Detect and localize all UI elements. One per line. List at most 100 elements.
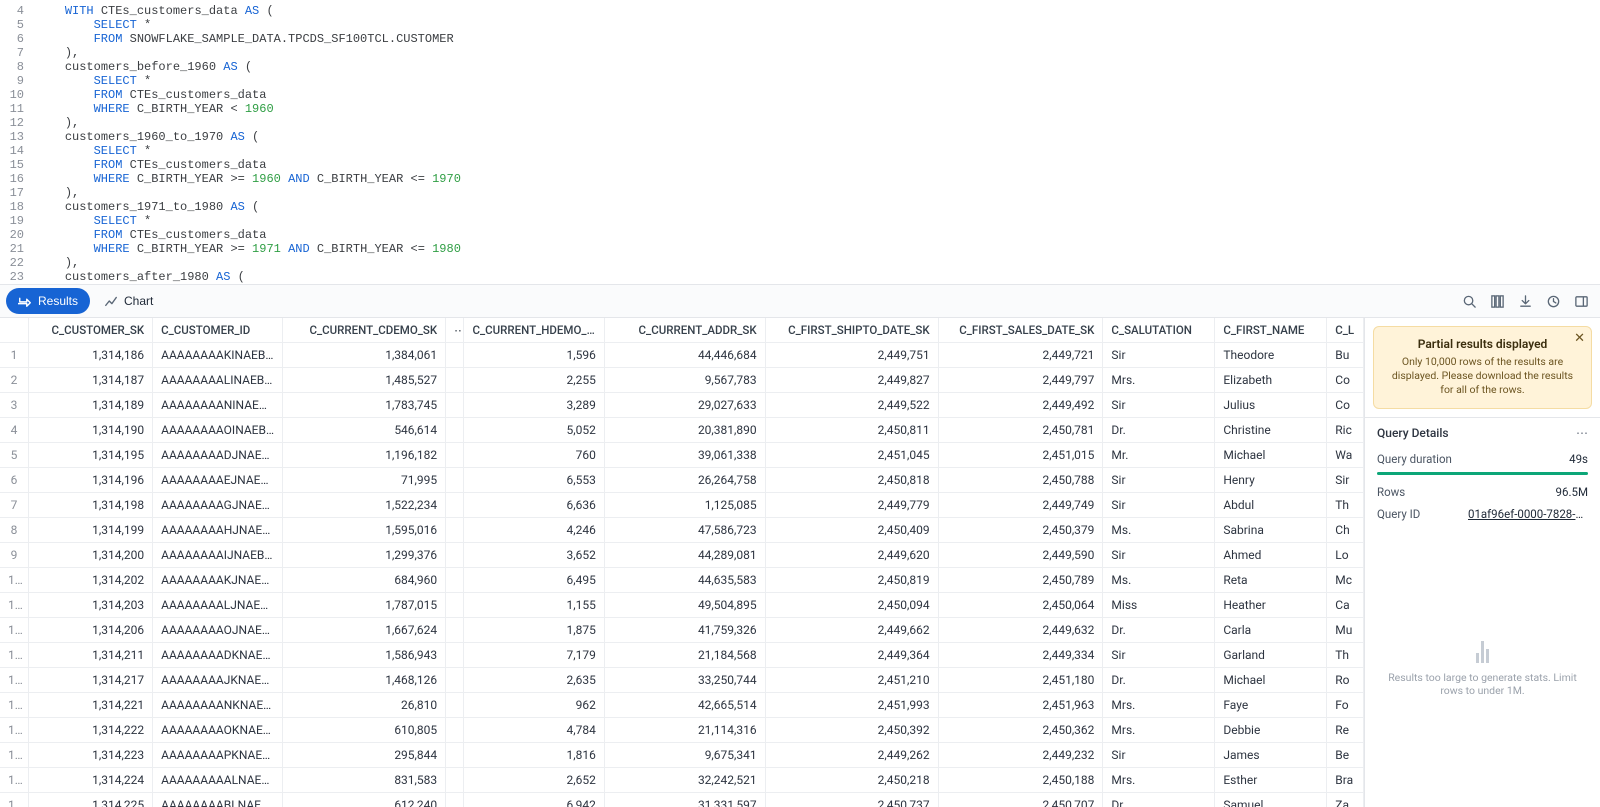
cell[interactable]: Ms. [1103,568,1215,593]
cell[interactable]: AAAAAAAALJNAEBAA [153,593,283,618]
code-line[interactable]: WHERE C_BIRTH_YEAR >= 1971 AND C_BIRTH_Y… [36,242,1600,256]
cell[interactable]: 612,240 [283,793,446,807]
panel-toggle-button[interactable] [1568,288,1594,314]
cell[interactable]: 1,816 [464,743,604,768]
cell[interactable]: 1,875 [464,618,604,643]
table-row[interactable]: 191,314,225AAAAAAAABLNAEBAA612,2406,9423… [0,793,1364,807]
cell[interactable]: 32,242,521 [604,768,765,793]
cell[interactable]: 44,446,684 [604,343,765,368]
column-header[interactable]: C_SALUTATION [1103,318,1215,343]
cell[interactable]: 1,314,203 [28,593,152,618]
code-line[interactable]: WHERE C_BIRTH_YEAR < 1960 [36,102,1600,116]
cell[interactable]: AAAAAAAAHJNAEBAA [153,518,283,543]
cell[interactable]: Sir [1103,343,1215,368]
cell[interactable]: 610,805 [283,718,446,743]
code-line[interactable]: WITH CTEs_customers_data AS ( [36,4,1600,18]
cell[interactable]: Dr. [1103,618,1215,643]
cell[interactable]: 1,314,200 [28,543,152,568]
cell[interactable]: 1,196,182 [283,443,446,468]
cell[interactable]: 7,179 [464,643,604,668]
code-line[interactable]: FROM CTEs_customers_data [36,228,1600,242]
cell[interactable]: Sir [1103,743,1215,768]
cell[interactable]: 3,289 [464,393,604,418]
column-menu-button[interactable]: ⋯ [446,318,464,343]
table-row[interactable]: 181,314,224AAAAAAAAALNAEBAA831,5832,6523… [0,768,1364,793]
column-header[interactable]: C_FIRST_NAME [1215,318,1327,343]
cell[interactable]: 2,450,707 [938,793,1103,807]
cell[interactable]: Ro [1327,668,1364,693]
table-row[interactable]: 141,314,217AAAAAAAAJKNAEBAA1,468,1262,63… [0,668,1364,693]
results-grid-scroll[interactable]: C_CUSTOMER_SKC_CUSTOMER_IDC_CURRENT_CDEM… [0,318,1364,807]
table-row[interactable]: 121,314,206AAAAAAAAOJNAEBAA1,667,6241,87… [0,618,1364,643]
table-row[interactable]: 71,314,198AAAAAAAAGJNAEBAA1,522,2346,636… [0,493,1364,518]
cell[interactable]: 2,449,492 [938,393,1103,418]
cell[interactable]: 1,314,186 [28,343,152,368]
cell[interactable]: 4,246 [464,518,604,543]
code-line[interactable]: SELECT * [36,214,1600,228]
cell[interactable]: 1,787,015 [283,593,446,618]
cell[interactable]: 2,450,094 [765,593,938,618]
cell[interactable]: Mr. [1103,443,1215,468]
column-header[interactable]: C_CUSTOMER_SK [28,318,152,343]
cell[interactable]: Dr. [1103,793,1215,807]
cell[interactable]: Debbie [1215,718,1327,743]
cell[interactable]: Mrs. [1103,718,1215,743]
cell[interactable]: 2,450,188 [938,768,1103,793]
cell[interactable]: 5,052 [464,418,604,443]
cell[interactable]: 2,450,218 [765,768,938,793]
table-row[interactable]: 11,314,186AAAAAAAAKINAEBAA1,384,0611,596… [0,343,1364,368]
cell[interactable]: Ric [1327,418,1364,443]
cell[interactable]: 2,450,362 [938,718,1103,743]
cell[interactable]: 2,449,827 [765,368,938,393]
cell[interactable]: 1,314,187 [28,368,152,393]
cell[interactable]: AAAAAAAANINAEBAA [153,393,283,418]
cell[interactable]: Sir [1103,468,1215,493]
cell[interactable]: AAAAAAAAALNAEBAA [153,768,283,793]
cell[interactable]: AAAAAAAAKINAEBAA [153,343,283,368]
cell[interactable]: 4,784 [464,718,604,743]
cell[interactable]: 1,783,745 [283,393,446,418]
cell[interactable]: 2,450,818 [765,468,938,493]
cell[interactable]: 1,299,376 [283,543,446,568]
cell[interactable]: 2,450,781 [938,418,1103,443]
cell[interactable]: 2,449,721 [938,343,1103,368]
cell[interactable]: Elizabeth [1215,368,1327,393]
cell[interactable]: 2,635 [464,668,604,693]
table-row[interactable]: 101,314,202AAAAAAAAKJNAEBAA684,9606,4954… [0,568,1364,593]
query-id-value[interactable]: 01af96ef-0000-7828-0… [1468,507,1588,521]
column-header[interactable]: C_CUSTOMER_ID [153,318,283,343]
cell[interactable]: 1,485,527 [283,368,446,393]
cell[interactable]: AAAAAAAAOJNAEBAA [153,618,283,643]
cell[interactable]: 3,652 [464,543,604,568]
cell[interactable]: 41,759,326 [604,618,765,643]
code-line[interactable]: ), [36,256,1600,270]
cell[interactable]: Dr. [1103,668,1215,693]
cell[interactable]: 1,596 [464,343,604,368]
cell[interactable]: Mrs. [1103,693,1215,718]
code-line[interactable]: FROM CTEs_customers_data [36,88,1600,102]
cell[interactable]: 2,449,262 [765,743,938,768]
tab-results[interactable]: Results [6,288,90,314]
cell[interactable]: 2,450,064 [938,593,1103,618]
cell[interactable]: Co [1327,393,1364,418]
cell[interactable]: Be [1327,743,1364,768]
cell[interactable]: 1,314,189 [28,393,152,418]
cell[interactable]: 2,451,045 [765,443,938,468]
cell[interactable]: Sabrina [1215,518,1327,543]
code-line[interactable]: customers_1971_to_1980 AS ( [36,200,1600,214]
cell[interactable]: 1,314,198 [28,493,152,518]
cell[interactable]: 2,449,779 [765,493,938,518]
cell[interactable]: 2,255 [464,368,604,393]
cell[interactable]: Reta [1215,568,1327,593]
cell[interactable]: Abdul [1215,493,1327,518]
column-header[interactable]: C_CURRENT_CDEMO_SK [283,318,446,343]
cell[interactable]: Henry [1215,468,1327,493]
cell[interactable]: Sir [1103,643,1215,668]
cell[interactable]: 1,314,206 [28,618,152,643]
cell[interactable]: AAAAAAAAGJNAEBAA [153,493,283,518]
cell[interactable]: 49,504,895 [604,593,765,618]
cell[interactable]: 1,314,222 [28,718,152,743]
cell[interactable]: 6,942 [464,793,604,807]
cell[interactable]: 1,468,126 [283,668,446,693]
cell[interactable]: Fo [1327,693,1364,718]
